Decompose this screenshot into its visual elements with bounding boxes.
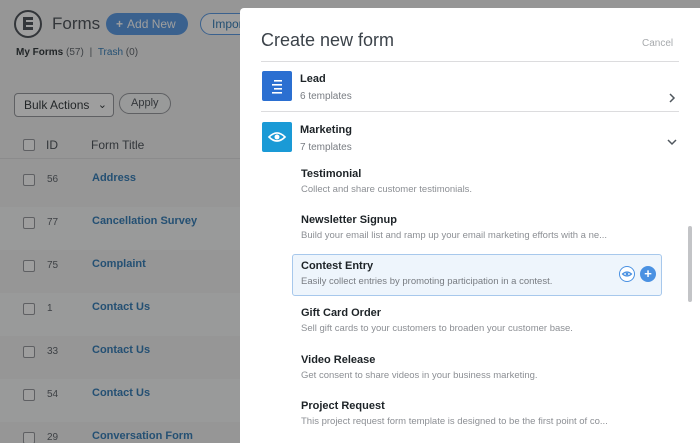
template-video-release[interactable]: Video Release Get consent to share video… [292,348,662,390]
template-description: This project request form template is de… [301,416,608,427]
template-name: Testimonial [301,168,362,180]
template-name: Newsletter Signup [301,214,397,226]
category-name: Marketing [300,124,352,136]
template-testimonial[interactable]: Testimonial Collect and share customer t… [292,162,662,204]
template-name: Project Request [301,400,385,412]
eye-icon [262,122,292,152]
template-description: Easily collect entries by promoting part… [301,276,553,287]
chevron-right-icon [667,90,677,103]
template-name: Video Release [301,354,376,366]
scrollbar-thumb[interactable] [688,226,692,302]
modal-title: Create new form [261,30,395,50]
template-project-request[interactable]: Project Request This project request for… [292,394,662,436]
template-description: Collect and share customer testimonials. [301,184,473,195]
category-name: Lead [300,73,326,85]
template-name: Contest Entry [301,260,374,272]
template-description: Sell gift cards to your customers to bro… [301,323,573,334]
category-count: 7 templates [300,142,352,153]
divider [261,111,679,112]
template-description: Build your email list and ramp up your e… [301,230,608,241]
chevron-down-icon [667,134,677,146]
cancel-button[interactable]: Cancel [642,38,673,49]
use-template-plus-icon[interactable]: + [640,266,656,282]
category-count: 6 templates [300,91,352,102]
divider [261,61,679,62]
create-form-modal: Create new form Cancel Lead 6 templates … [240,8,700,443]
template-contest-entry[interactable]: Contest Entry Easily collect entries by … [292,254,662,296]
template-newsletter-signup[interactable]: Newsletter Signup Build your email list … [292,208,662,250]
template-description: Get consent to share videos in your busi… [301,370,538,381]
template-gift-card-order[interactable]: Gift Card Order Sell gift cards to your … [292,301,662,343]
template-name: Gift Card Order [301,307,382,319]
list-icon [262,71,292,101]
preview-eye-icon[interactable] [619,266,635,282]
